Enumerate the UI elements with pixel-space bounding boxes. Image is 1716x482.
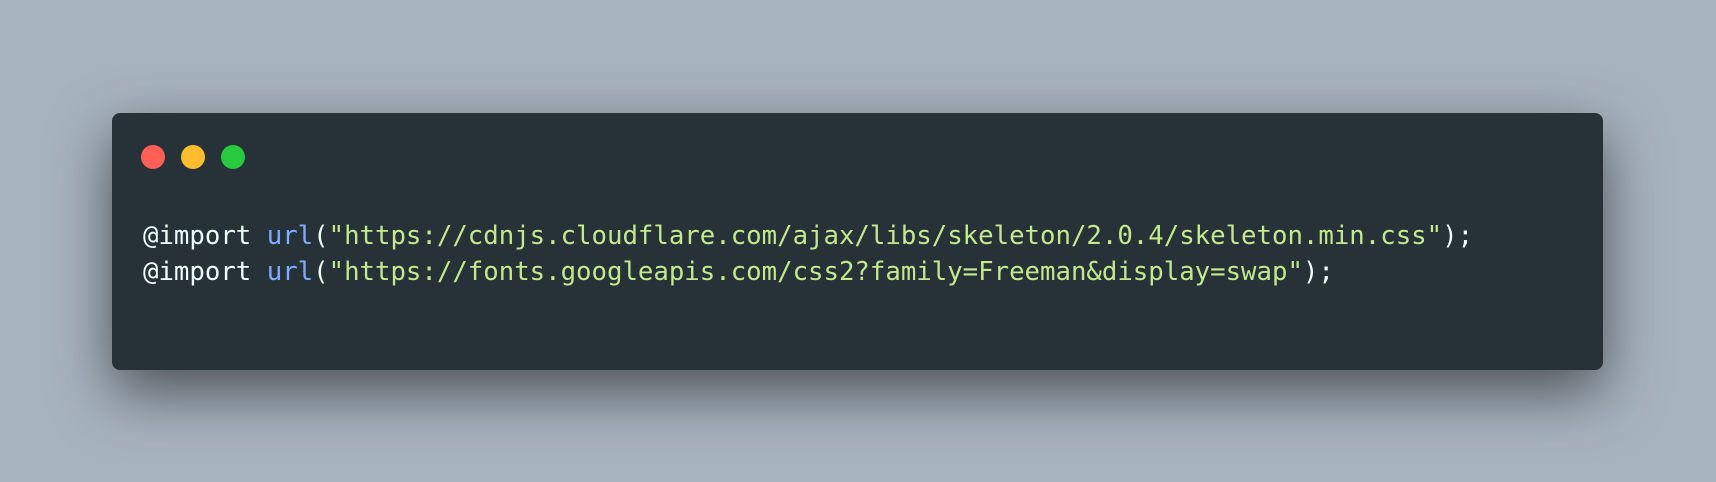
open-paren: ( (313, 257, 329, 287)
url-function: url (266, 257, 314, 287)
url-string: "https://cdnjs.cloudflare.com/ajax/libs/… (328, 221, 1443, 251)
import-keyword: @import (143, 221, 252, 251)
code-window: @import url("https://cdnjs.cloudflare.co… (112, 113, 1603, 370)
close-paren: ); (1442, 221, 1474, 251)
url-string: "https://fonts.googleapis.com/css2?famil… (328, 257, 1303, 287)
import-keyword: @import (143, 257, 252, 287)
maximize-dot-icon[interactable] (221, 145, 245, 169)
minimize-dot-icon[interactable] (181, 145, 205, 169)
close-paren: ); (1302, 257, 1334, 287)
code-block: @import url("https://cdnjs.cloudflare.co… (143, 218, 1473, 290)
code-line-1: @import url("https://cdnjs.cloudflare.co… (143, 218, 1473, 254)
code-line-2: @import url("https://fonts.googleapis.co… (143, 254, 1473, 290)
window-controls (141, 145, 245, 169)
url-function: url (266, 221, 314, 251)
open-paren: ( (313, 221, 329, 251)
close-dot-icon[interactable] (141, 145, 165, 169)
